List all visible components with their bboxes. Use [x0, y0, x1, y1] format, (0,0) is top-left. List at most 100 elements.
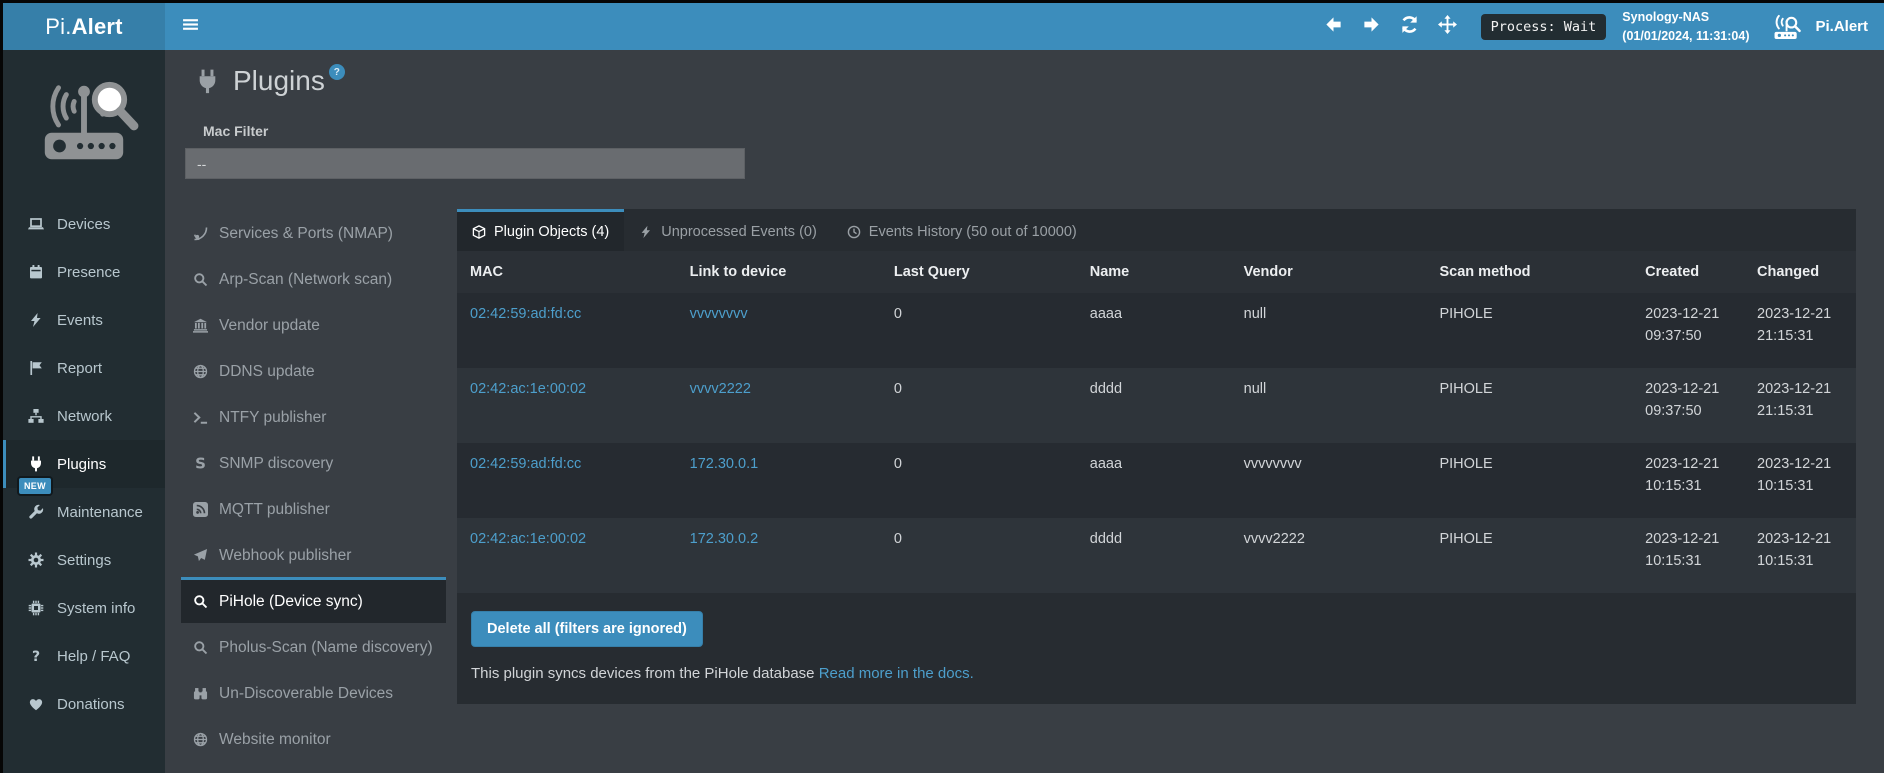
help-badge[interactable]: ?: [329, 64, 345, 80]
main-content: Plugins ? Mac Filter Services & Ports (N…: [165, 50, 1884, 773]
plugin-nav-item-website-monitor[interactable]: Website monitor: [181, 715, 446, 761]
bank-icon: [191, 318, 209, 333]
changed-cell: 2023-12-2110:15:31: [1744, 443, 1856, 518]
last-query-cell: 0: [881, 368, 1077, 443]
sidebar-item-label: Plugins: [57, 456, 106, 473]
column-header-link-to-device: Link to device: [677, 251, 881, 293]
binoculars-icon: [191, 686, 209, 701]
sidebar-item-network[interactable]: Network: [3, 392, 165, 440]
plugin-nav-label: Services & Ports (NMAP): [219, 225, 393, 243]
table-row: 02:42:59:ad:fd:ccvvvvvvvv0aaaanullPIHOLE…: [457, 293, 1856, 368]
created-cell: 2023-12-2110:15:31: [1632, 443, 1744, 518]
vendor-cell: null: [1231, 293, 1427, 368]
new-badge: NEW: [19, 478, 51, 494]
svg-text:S: S: [195, 456, 206, 471]
sidebar-item-donations[interactable]: Donations: [3, 680, 165, 728]
app-window: Pi.Alert Process: Wait Synology-NAS (01/…: [0, 0, 1884, 773]
move-icon: [1438, 15, 1457, 39]
plugin-nav-item-services-ports-nmap[interactable]: Services & Ports (NMAP): [181, 209, 446, 255]
plugin-nav-item-vendor-update[interactable]: Vendor update: [181, 301, 446, 347]
page-header: Plugins ?: [195, 66, 1884, 99]
sidebar-item-presence[interactable]: Presence: [3, 248, 165, 296]
refresh-icon: [1400, 15, 1419, 39]
plugin-nav-item-ddns-update[interactable]: DDNS update: [181, 347, 446, 393]
flag-icon: [27, 360, 44, 376]
sidebar-item-settings[interactable]: Settings: [3, 536, 165, 584]
plugin-nav-item-un-discoverable-devices[interactable]: Un-Discoverable Devices: [181, 669, 446, 715]
plugin-nav-item-webhook-publisher[interactable]: Webhook publisher: [181, 531, 446, 577]
device-link[interactable]: 172.30.0.1: [690, 456, 759, 472]
refresh-button[interactable]: [1391, 15, 1429, 39]
arrow-left-icon: [1324, 15, 1343, 39]
tab-bar: Plugin Objects (4)Unprocessed Events (0)…: [457, 209, 1856, 251]
svg-text:?: ?: [31, 649, 39, 664]
mac-link[interactable]: 02:42:59:ad:fd:cc: [470, 456, 581, 472]
tab-events-history-50-out-of-10000[interactable]: Events History (50 out of 10000): [832, 209, 1092, 251]
docs-link[interactable]: Read more in the docs.: [819, 665, 974, 682]
tab-plugin-objects-4[interactable]: Plugin Objects (4): [457, 209, 624, 251]
sidebar-item-label: Presence: [57, 264, 120, 281]
name-cell: dddd: [1077, 518, 1231, 593]
sidebar-item-events[interactable]: Events: [3, 296, 165, 344]
sidebar-item-system-info[interactable]: System info: [3, 584, 165, 632]
sitemap-icon: [27, 408, 44, 424]
tab-unprocessed-events-0[interactable]: Unprocessed Events (0): [624, 209, 832, 251]
mac-link[interactable]: 02:42:ac:1e:00:02: [470, 381, 586, 397]
column-header-created: Created: [1632, 251, 1744, 293]
plugin-nav-item-mqtt-publisher[interactable]: MQTT publisher: [181, 485, 446, 531]
scan-method-cell: PIHOLE: [1426, 368, 1632, 443]
sidebar-item-label: Events: [57, 312, 103, 329]
table-row: 02:42:ac:1e:00:02172.30.0.20ddddvvvv2222…: [457, 518, 1856, 593]
sidebar-item-report[interactable]: Report: [3, 344, 165, 392]
device-link[interactable]: vvvv2222: [690, 381, 751, 397]
globe-icon: [191, 364, 209, 379]
rss-icon: [191, 502, 209, 517]
plugin-description-text: This plugin syncs devices from the PiHol…: [471, 665, 815, 682]
calendar-icon: [27, 264, 44, 280]
sidebar-item-help-faq[interactable]: ?Help / FAQ: [3, 632, 165, 680]
plugin-nav-item-pihole-device-sync[interactable]: PiHole (Device sync): [181, 577, 446, 623]
search-icon: [191, 594, 209, 609]
plugin-nav-label: Pholus-Scan (Name discovery): [219, 639, 433, 657]
name-cell: dddd: [1077, 368, 1231, 443]
plugin-nav-item-snmp-discovery[interactable]: SSNMP discovery: [181, 439, 446, 485]
plugin-nav-label: MQTT publisher: [219, 501, 330, 519]
plugin-nav-item-ntfy-publisher[interactable]: NTFY publisher: [181, 393, 446, 439]
plugin-nav-label: Un-Discoverable Devices: [219, 685, 393, 703]
brand-logo[interactable]: Pi.Alert: [3, 3, 165, 50]
scan-method-cell: PIHOLE: [1426, 518, 1632, 593]
device-link[interactable]: vvvvvvvv: [690, 306, 748, 322]
plugin-nav-item-arp-scan-network-scan[interactable]: Arp-Scan (Network scan): [181, 255, 446, 301]
device-link[interactable]: 172.30.0.2: [690, 531, 759, 547]
laptop-icon: [27, 216, 44, 232]
host-name: Synology-NAS: [1622, 8, 1749, 27]
plugin-nav: Services & Ports (NMAP) Arp-Scan (Network…: [181, 209, 446, 761]
sidebar-item-maintenance[interactable]: MaintenanceNEW: [3, 488, 165, 536]
host-timestamp: (01/01/2024, 11:31:04): [1622, 27, 1749, 46]
plugin-nav-label: Arp-Scan (Network scan): [219, 271, 392, 289]
move-button[interactable]: [1429, 15, 1467, 39]
changed-cell: 2023-12-2121:15:31: [1744, 293, 1856, 368]
changed-cell: 2023-12-2121:15:31: [1744, 368, 1856, 443]
delete-all-button[interactable]: Delete all (filters are ignored): [471, 611, 703, 647]
forward-button[interactable]: [1353, 15, 1391, 39]
last-query-cell: 0: [881, 518, 1077, 593]
changed-cell: 2023-12-2110:15:31: [1744, 518, 1856, 593]
mac-filter-input[interactable]: [185, 148, 745, 179]
plug-icon: [195, 69, 220, 99]
plugin-nav-label: NTFY publisher: [219, 409, 326, 427]
sidebar-item-label: Maintenance: [57, 504, 143, 521]
arrow-right-icon: [1362, 15, 1381, 39]
mac-link[interactable]: 02:42:ac:1e:00:02: [470, 531, 586, 547]
plugin-nav-item-pholus-scan-name-discovery[interactable]: Pholus-Scan (Name discovery): [181, 623, 446, 669]
brand-prefix: Pi.: [45, 14, 71, 40]
terminal-icon: [191, 410, 209, 425]
plugin-nav-label: PiHole (Device sync): [219, 593, 363, 611]
mac-link[interactable]: 02:42:59:ad:fd:cc: [470, 306, 581, 322]
sidebar-toggle-button[interactable]: [165, 3, 215, 50]
sidebar-item-devices[interactable]: Devices: [3, 200, 165, 248]
created-cell: 2023-12-2110:15:31: [1632, 518, 1744, 593]
back-button[interactable]: [1315, 15, 1353, 39]
brand-bold: Alert: [72, 14, 123, 40]
last-query-cell: 0: [881, 293, 1077, 368]
